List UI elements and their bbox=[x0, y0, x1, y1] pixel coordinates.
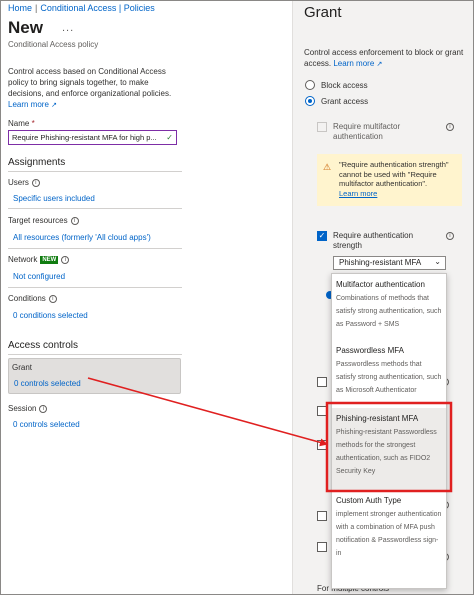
option-phishing-resistant-mfa[interactable]: Phishing-resistant MFA Phishing-resistan… bbox=[332, 408, 446, 490]
grant-access-radio[interactable] bbox=[305, 96, 315, 106]
more-options-button[interactable]: ... bbox=[62, 22, 74, 34]
new-badge: NEW bbox=[40, 255, 59, 264]
target-resources-label: Target resources i bbox=[8, 216, 79, 225]
warning-icon: ⚠ bbox=[323, 162, 332, 172]
conditions-value-link[interactable]: 0 conditions selected bbox=[13, 311, 88, 320]
description-text: Control access based on Conditional Acce… bbox=[8, 67, 172, 98]
option-title: Phishing-resistant MFA bbox=[336, 414, 419, 423]
grant-control-checkbox[interactable] bbox=[317, 542, 327, 552]
info-icon[interactable]: i bbox=[446, 123, 454, 131]
breadcrumb: Home | Conditional Access | Policies bbox=[8, 3, 155, 13]
policy-form-pane: Home | Conditional Access | Policies New .… bbox=[0, 0, 292, 595]
page-subtitle: Conditional Access policy bbox=[8, 40, 99, 49]
grant-control-checkbox[interactable] bbox=[317, 440, 327, 450]
warning-text-block: "Require authentication strength" cannot… bbox=[339, 160, 459, 198]
grant-description-text: Control access enforcement to block or g… bbox=[304, 48, 464, 68]
block-access-radio[interactable] bbox=[305, 80, 315, 90]
policy-name-value: Require Phishing-resistant MFA for high … bbox=[12, 133, 157, 142]
network-label-text: Network bbox=[8, 255, 38, 264]
require-auth-strength-checkbox[interactable]: ✓ bbox=[317, 231, 327, 241]
info-icon[interactable]: i bbox=[39, 404, 48, 413]
conditions-label: Conditions i bbox=[8, 294, 57, 303]
option-title: Multifactor authentication bbox=[336, 280, 425, 289]
policy-name-input[interactable]: Require Phishing-resistant MFA for high … bbox=[8, 130, 177, 145]
session-label: Session i bbox=[8, 404, 48, 413]
required-mark: * bbox=[31, 119, 35, 128]
page-title: New bbox=[8, 18, 43, 37]
option-description: Passwordless methods that satisfy strong… bbox=[336, 361, 442, 394]
external-link-icon: ↗ bbox=[51, 102, 58, 109]
target-resources-value-link[interactable]: All resources (formerly 'All cloud apps'… bbox=[13, 233, 151, 242]
access-controls-heading: Access controls bbox=[8, 340, 79, 351]
grant-row[interactable]: Grant 0 controls selected bbox=[8, 358, 181, 394]
breadcrumb-policies[interactable]: Conditional Access | Policies bbox=[40, 3, 154, 13]
warning-learn-more-link[interactable]: Learn more bbox=[339, 189, 377, 198]
option-title: Custom Auth Type bbox=[336, 496, 402, 505]
info-icon[interactable]: i bbox=[61, 255, 70, 264]
require-mfa-label: Require multifactor authentication bbox=[333, 122, 401, 141]
option-description: Phishing-resistant Passwordless methods … bbox=[336, 429, 437, 475]
assignments-heading: Assignments bbox=[8, 157, 66, 168]
grant-panel-description: Control access enforcement to block or g… bbox=[304, 47, 464, 70]
divider bbox=[8, 171, 182, 172]
valid-check-icon: ✓ bbox=[166, 133, 173, 142]
option-passwordless-mfa[interactable]: Passwordless MFA Passwordless methods th… bbox=[332, 346, 446, 397]
info-icon[interactable]: i bbox=[48, 294, 57, 303]
session-label-text: Session bbox=[8, 404, 37, 413]
breadcrumb-home[interactable]: Home bbox=[8, 3, 32, 13]
grant-learn-more-link[interactable]: Learn more bbox=[333, 59, 374, 68]
require-mfa-checkbox[interactable] bbox=[317, 122, 327, 132]
network-value-link[interactable]: Not configured bbox=[13, 272, 65, 281]
block-access-label: Block access bbox=[321, 81, 368, 90]
session-value-link[interactable]: 0 controls selected bbox=[13, 420, 80, 429]
policy-description: Control access based on Conditional Acce… bbox=[8, 66, 178, 111]
chevron-down-icon: ⌄ bbox=[434, 257, 441, 266]
grant-label: Grant bbox=[12, 363, 33, 372]
grant-access-label: Grant access bbox=[321, 97, 369, 106]
option-title: Passwordless MFA bbox=[336, 346, 405, 355]
users-label: Users i bbox=[8, 178, 40, 187]
divider bbox=[8, 248, 182, 249]
users-value-link[interactable]: Specific users included bbox=[13, 194, 95, 203]
warning-message: ⚠ "Require authentication strength" cann… bbox=[317, 154, 462, 206]
auth-strength-dropdown-value: Phishing-resistant MFA bbox=[339, 258, 422, 267]
name-label-text: Name bbox=[8, 119, 30, 128]
require-auth-strength-label: Require authentication strength bbox=[333, 231, 414, 250]
target-resources-label-text: Target resources bbox=[8, 216, 68, 225]
breadcrumb-separator: | bbox=[35, 3, 38, 13]
conditions-label-text: Conditions bbox=[8, 294, 46, 303]
option-description: Combinations of methods that satisfy str… bbox=[336, 295, 442, 328]
learn-more-link[interactable]: Learn more bbox=[8, 100, 49, 109]
grant-control-checkbox[interactable] bbox=[317, 511, 327, 521]
option-description: implement stronger authentication with a… bbox=[336, 511, 442, 557]
users-label-text: Users bbox=[8, 178, 29, 187]
option-custom-auth-type[interactable]: Custom Auth Type implement stronger auth… bbox=[332, 496, 446, 560]
grant-control-checkbox[interactable] bbox=[317, 406, 327, 416]
name-label: Name * bbox=[8, 119, 35, 128]
warning-text: "Require authentication strength" cannot… bbox=[339, 160, 449, 188]
info-icon[interactable]: i bbox=[446, 232, 454, 240]
option-multifactor-authentication[interactable]: Multifactor authentication Combinations … bbox=[332, 280, 446, 331]
grant-value-link[interactable]: 0 controls selected bbox=[14, 379, 81, 388]
divider bbox=[8, 354, 182, 355]
info-icon[interactable]: i bbox=[31, 178, 40, 187]
auth-strength-options-list: Multifactor authentication Combinations … bbox=[331, 273, 447, 589]
divider bbox=[8, 287, 182, 288]
divider bbox=[8, 208, 182, 209]
grant-control-checkbox[interactable] bbox=[317, 377, 327, 387]
external-link-icon: ↗ bbox=[376, 61, 383, 68]
info-icon[interactable]: i bbox=[70, 216, 79, 225]
network-label: Network NEW i bbox=[8, 255, 70, 264]
grant-panel-title: Grant bbox=[304, 4, 342, 21]
auth-strength-dropdown[interactable]: Phishing-resistant MFA ⌄ bbox=[333, 256, 446, 270]
